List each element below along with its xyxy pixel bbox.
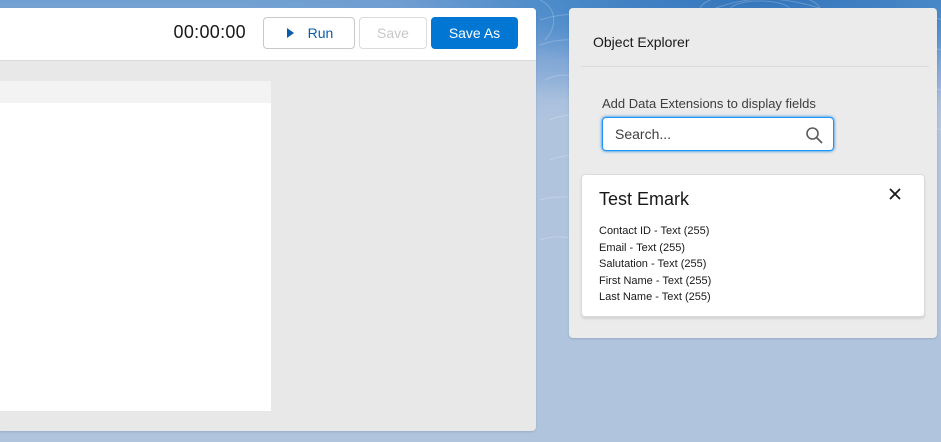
object-explorer-panel: Object Explorer Add Data Extensions to d… [569,8,937,338]
data-extension-name: Test Emark [599,189,690,209]
field-item: Contact ID - Text (255) [599,225,710,237]
save-as-button-label: Save As [448,25,501,41]
run-timer: 00:00:00 [173,22,246,42]
run-button-label: Run [307,25,334,41]
search-box[interactable] [602,117,834,151]
save-as-button[interactable]: Save As [431,17,518,49]
save-button[interactable]: Save [359,17,427,49]
object-explorer-title: Object Explorer [593,34,690,50]
save-button-label: Save [377,25,409,41]
explorer-divider [581,66,929,67]
play-icon [286,28,294,38]
field-item: First Name - Text (255) [599,274,712,287]
field-item: Email - Text (255) [599,241,685,254]
search-icon[interactable] [805,126,823,144]
query-editor-panel: 00:00:00 Run Save Save As [0,8,536,431]
search-label: Add Data Extensions to display fields [602,96,816,111]
data-extension-card: Test Emark Contact ID - Text (255) Email… [581,174,925,317]
run-button[interactable]: Run [263,17,355,49]
results-area[interactable] [0,103,271,411]
field-list: Contact ID - Text (255) Email - Text (25… [599,223,711,306]
results-header [0,81,271,103]
field-item: Last Name - Text (255) [599,291,711,303]
editor-toolbar: 00:00:00 Run Save Save As [0,8,536,61]
close-icon[interactable] [888,187,902,201]
field-item: Salutation - Text (255) [599,258,707,270]
search-input[interactable] [615,118,795,150]
